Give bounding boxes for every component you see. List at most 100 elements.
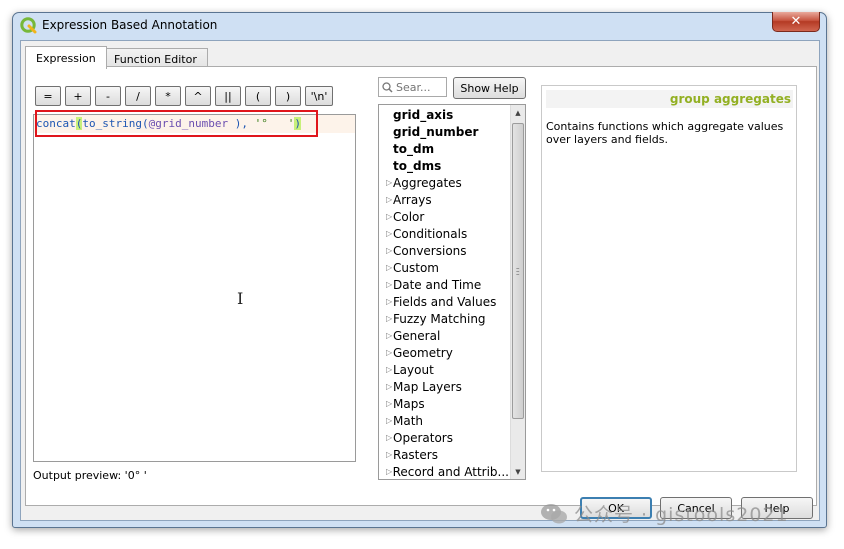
- function-tree-label: Conditionals: [393, 226, 468, 241]
- function-tree-label: Geometry: [393, 345, 453, 360]
- function-tree-item[interactable]: ▷ Custom: [379, 259, 509, 276]
- function-tree-item[interactable]: ▷ Rasters: [379, 446, 509, 463]
- function-tree[interactable]: ▷grid_axis▷grid_number▷to_dm▷to_dms▷Aggr…: [378, 104, 526, 480]
- function-tree-item[interactable]: ▷ General: [379, 327, 509, 344]
- function-tree-label: Conversions: [393, 243, 467, 258]
- plus-button[interactable]: +: [65, 86, 91, 106]
- expand-arrow-icon[interactable]: ▷: [379, 229, 393, 238]
- close-paren-button[interactable]: ): [275, 86, 301, 106]
- function-tree-label: grid_axis: [393, 107, 454, 122]
- op-label: +: [73, 89, 83, 103]
- function-tree-label: Maps: [393, 396, 425, 411]
- function-tree-label: Date and Time: [393, 277, 482, 292]
- expand-arrow-icon[interactable]: ▷: [379, 433, 393, 442]
- tab-label: Expression: [36, 51, 96, 65]
- function-tree-label: General: [393, 328, 441, 343]
- function-tree-item[interactable]: ▷ Record and Attrib...: [379, 463, 509, 479]
- window-title: Expression Based Annotation: [42, 18, 218, 32]
- op-label: ): [285, 89, 291, 103]
- function-tree-item[interactable]: ▷ Arrays: [379, 191, 509, 208]
- function-tree-item[interactable]: ▷to_dm: [379, 140, 509, 157]
- button-label: Show Help: [460, 81, 519, 95]
- expand-arrow-icon[interactable]: ▷: [379, 280, 393, 289]
- function-tree-item[interactable]: ▷ Conversions: [379, 242, 509, 259]
- op-label: ^: [193, 89, 203, 103]
- scroll-down-arrow-icon[interactable]: ▼: [511, 464, 525, 479]
- grip-icon: – – –: [516, 264, 520, 278]
- help-heading: group aggregates: [546, 90, 793, 108]
- function-tree-label: Aggregates: [393, 175, 462, 190]
- expand-arrow-icon[interactable]: ▷: [379, 263, 393, 272]
- expand-arrow-icon[interactable]: ▷: [379, 467, 393, 476]
- function-tree-label: Color: [393, 209, 425, 224]
- newline-button[interactable]: '\n': [305, 86, 333, 106]
- expression-editor[interactable]: concat(to_string(@grid_number ), '° ') I: [33, 110, 356, 462]
- function-tree-label: Custom: [393, 260, 439, 275]
- search-input[interactable]: [396, 80, 444, 94]
- open-paren-button[interactable]: (: [245, 86, 271, 106]
- function-tree-item[interactable]: ▷ Maps: [379, 395, 509, 412]
- expand-arrow-icon[interactable]: ▷: [379, 348, 393, 357]
- function-search[interactable]: [378, 77, 447, 97]
- function-tree-item[interactable]: ▷grid_number: [379, 123, 509, 140]
- function-tree-item[interactable]: ▷ Operators: [379, 429, 509, 446]
- tab-expression[interactable]: Expression: [25, 46, 107, 69]
- function-tree-item[interactable]: ▷ Map Layers: [379, 378, 509, 395]
- function-tree-label: Operators: [393, 430, 453, 445]
- function-tree-item[interactable]: ▷ Fuzzy Matching: [379, 310, 509, 327]
- function-tree-label: to_dm: [393, 141, 435, 156]
- op-label: (: [255, 89, 261, 103]
- watermark-text: 公众号 · gistools2021: [574, 504, 789, 526]
- watermark: 公众号 · gistools2021: [540, 500, 789, 527]
- concat-button[interactable]: ||: [215, 86, 241, 106]
- tree-scrollbar[interactable]: ▲ – – – ▼: [510, 105, 525, 479]
- function-tree-label: Arrays: [393, 192, 432, 207]
- tab-label: Function Editor: [114, 52, 197, 66]
- function-tree-item[interactable]: ▷to_dms: [379, 157, 509, 174]
- function-tree-item[interactable]: ▷ Date and Time: [379, 276, 509, 293]
- function-tree-item[interactable]: ▷ Math: [379, 412, 509, 429]
- close-icon: ✕: [790, 14, 802, 29]
- function-tree-item[interactable]: ▷ Color: [379, 208, 509, 225]
- function-tree-label: Fuzzy Matching: [393, 311, 486, 326]
- show-help-button[interactable]: Show Help: [453, 77, 526, 99]
- function-tree-label: grid_number: [393, 124, 479, 139]
- op-label: ||: [224, 89, 232, 103]
- power-button[interactable]: ^: [185, 86, 211, 106]
- op-label: =: [43, 89, 53, 103]
- function-tree-item[interactable]: ▷ Layout: [379, 361, 509, 378]
- multiply-button[interactable]: *: [155, 86, 181, 106]
- function-tree-item[interactable]: ▷ Aggregates: [379, 174, 509, 191]
- expand-arrow-icon[interactable]: ▷: [379, 314, 393, 323]
- expand-arrow-icon[interactable]: ▷: [379, 365, 393, 374]
- expand-arrow-icon[interactable]: ▷: [379, 195, 393, 204]
- expand-arrow-icon[interactable]: ▷: [379, 331, 393, 340]
- text-cursor-icon: I: [237, 289, 244, 308]
- expand-arrow-icon[interactable]: ▷: [379, 178, 393, 187]
- function-tree-label: to_dms: [393, 158, 442, 173]
- divide-button[interactable]: /: [125, 86, 151, 106]
- title-bar[interactable]: Expression Based Annotation ✕: [12, 12, 827, 40]
- annotation-highlight-box: [35, 110, 318, 137]
- function-tree-item[interactable]: ▷ Geometry: [379, 344, 509, 361]
- close-button[interactable]: ✕: [772, 12, 820, 32]
- expand-arrow-icon[interactable]: ▷: [379, 450, 393, 459]
- expand-arrow-icon[interactable]: ▷: [379, 212, 393, 221]
- function-tree-item[interactable]: ▷grid_axis: [379, 106, 509, 123]
- dialog-client-area: Expression Function Editor = + - / * ^ |…: [20, 40, 820, 521]
- expand-arrow-icon[interactable]: ▷: [379, 416, 393, 425]
- scroll-up-arrow-icon[interactable]: ▲: [511, 105, 525, 120]
- equals-button[interactable]: =: [35, 86, 61, 106]
- expand-arrow-icon[interactable]: ▷: [379, 246, 393, 255]
- function-tree-item[interactable]: ▷ Fields and Values: [379, 293, 509, 310]
- expand-arrow-icon[interactable]: ▷: [379, 399, 393, 408]
- help-text: Contains functions which aggregate value…: [546, 120, 784, 146]
- expand-arrow-icon[interactable]: ▷: [379, 297, 393, 306]
- op-label: /: [136, 89, 140, 103]
- scroll-thumb[interactable]: – – –: [512, 123, 524, 419]
- expand-arrow-icon[interactable]: ▷: [379, 382, 393, 391]
- minus-button[interactable]: -: [95, 86, 121, 106]
- function-tree-label: Layout: [393, 362, 434, 377]
- op-label: '\n': [310, 89, 328, 103]
- function-tree-item[interactable]: ▷ Conditionals: [379, 225, 509, 242]
